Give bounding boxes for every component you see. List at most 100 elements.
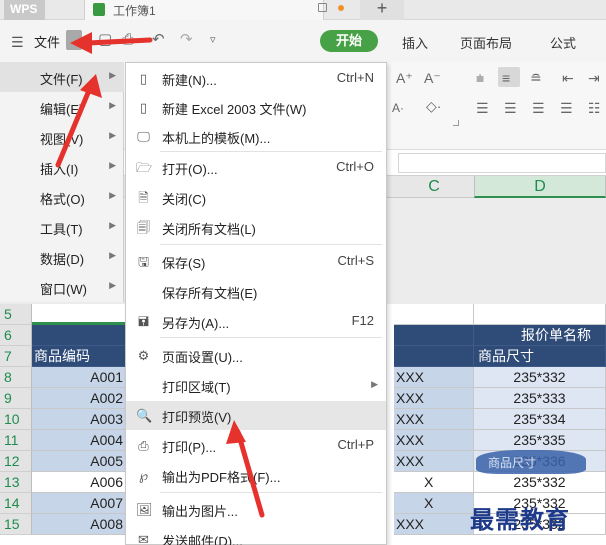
menu-new[interactable]: ▯ 新建(N)... Ctrl+N <box>126 64 386 93</box>
menu-item-format[interactable]: 格式(O) ▶ <box>0 182 124 212</box>
cell-d[interactable]: 235*332 <box>474 367 606 388</box>
tab-start[interactable]: 开始 <box>320 30 378 52</box>
column-header-d[interactable]: D <box>474 176 606 198</box>
print-quick-icon[interactable]: ⎙ <box>122 31 134 49</box>
column-header-c[interactable]: C <box>394 176 474 198</box>
file-menu-button[interactable]: 文件 <box>34 32 60 51</box>
row-number[interactable]: 12 <box>0 451 32 472</box>
cell-d[interactable] <box>474 304 606 325</box>
cell-d[interactable]: 商品尺寸 <box>474 346 606 367</box>
justify-icon[interactable]: ☰ <box>560 100 573 116</box>
cell-d[interactable]: 235*332 <box>474 472 606 493</box>
align-left-icon[interactable]: ☰ <box>476 100 489 116</box>
formula-input[interactable] <box>398 153 606 173</box>
eraser-icon[interactable]: ◇· <box>426 98 441 114</box>
font-color-dropdown-icon[interactable]: A· <box>392 100 404 116</box>
menu-item-data[interactable]: 数据(D) ▶ <box>0 242 124 272</box>
menu-save-as[interactable]: 🖬 另存为(A)... F12 <box>126 307 386 336</box>
distribute-icon[interactable]: ☷ <box>588 100 601 116</box>
cell-c[interactable] <box>394 304 474 325</box>
row-number[interactable]: 9 <box>0 388 32 409</box>
menu-item-view[interactable]: 视图(V) ▶ <box>0 122 124 152</box>
row-number[interactable]: 15 <box>0 514 32 535</box>
menu-send-mail[interactable]: ✉ 发送邮件(D)... <box>126 525 386 545</box>
document-tab[interactable]: 工作簿1 <box>84 0 324 20</box>
cell-c[interactable] <box>394 346 474 367</box>
undo-icon[interactable]: ↶ <box>152 31 165 49</box>
redo-icon[interactable]: ↷ <box>180 31 193 49</box>
row-number[interactable]: 5 <box>0 304 32 325</box>
cell-a[interactable]: A004 <box>32 430 126 451</box>
align-right-icon[interactable]: ☰ <box>532 100 545 116</box>
tab-page-layout[interactable]: 页面布局 <box>460 33 512 52</box>
row-number[interactable]: 10 <box>0 409 32 430</box>
cell-d[interactable]: 235*335 <box>474 430 606 451</box>
cell-a[interactable]: A007 <box>32 493 126 514</box>
font-settings-corner-icon[interactable] <box>453 120 459 126</box>
menu-item-file[interactable]: 文件(F) ▶ <box>0 62 124 92</box>
row-number[interactable]: 11 <box>0 430 32 451</box>
menu-export-image[interactable]: 🖼 输出为图片... <box>126 495 386 524</box>
menu-save[interactable]: 🖫 保存(S) Ctrl+S <box>126 247 386 276</box>
menu-export-pdf[interactable]: ℘ 输出为PDF格式(F)... <box>126 461 386 490</box>
cell-c[interactable]: X <box>394 493 474 514</box>
new-tab-button[interactable]: + <box>360 0 404 20</box>
save-quick-icon[interactable]: ▢ <box>98 31 112 49</box>
align-top-icon[interactable]: ⩧ <box>476 70 484 86</box>
cell-a[interactable]: A002 <box>32 388 126 409</box>
menu-item-window[interactable]: 窗口(W) ▶ <box>0 272 124 302</box>
indent-increase-icon[interactable]: ⇥ <box>588 70 600 86</box>
window-icon[interactable] <box>318 3 327 12</box>
cell-c[interactable] <box>394 325 474 346</box>
cell-a[interactable] <box>32 304 126 325</box>
row-number[interactable]: 14 <box>0 493 32 514</box>
customize-dropdown-icon[interactable]: ▿ <box>210 31 216 49</box>
menu-item-edit[interactable]: 编辑(E) ▶ <box>0 92 124 122</box>
cell-d[interactable]: 235*333 <box>474 388 606 409</box>
row-number[interactable]: 8 <box>0 367 32 388</box>
indent-decrease-icon[interactable]: ⇤ <box>562 70 574 86</box>
cell-c[interactable]: XXX <box>394 409 474 430</box>
cell-d[interactable]: 报价单名称 <box>474 325 606 346</box>
cell-c[interactable]: X <box>394 472 474 493</box>
cell-a[interactable]: A008 <box>32 514 126 535</box>
row-number[interactable]: 13 <box>0 472 32 493</box>
cell-c[interactable]: XXX <box>394 367 474 388</box>
menu-save-all[interactable]: 保存所有文档(E) <box>126 277 386 306</box>
menu-close-all[interactable]: 🗐 关闭所有文档(L) <box>126 213 386 242</box>
cell-c[interactable]: XXX <box>394 388 474 409</box>
tab-insert[interactable]: 插入 <box>402 33 428 52</box>
hamburger-icon[interactable]: ☰ <box>11 34 24 51</box>
menu-close[interactable]: 🗎 关闭(C) <box>126 183 386 212</box>
cell-a[interactable]: A001 <box>32 367 126 388</box>
menu-local-templates[interactable]: 🖵 本机上的模板(M)... <box>126 122 386 151</box>
cell-c[interactable]: XXX <box>394 514 474 535</box>
row-number[interactable]: 6 <box>0 325 32 346</box>
align-middle-icon[interactable]: ≡ <box>502 70 510 86</box>
menu-page-setup[interactable]: ⚙ 页面设置(U)... <box>126 341 386 370</box>
menu-print-preview[interactable]: 🔍 打印预览(V) <box>126 401 386 430</box>
menu-item-insert[interactable]: 插入(I) ▶ <box>0 152 124 182</box>
cell-a[interactable]: 商品编码 <box>32 346 126 367</box>
cell-d[interactable]: 235*334 <box>474 409 606 430</box>
tab-formula[interactable]: 公式 <box>550 33 576 52</box>
align-bottom-icon[interactable]: ≘ <box>530 70 542 86</box>
font-shrink-icon[interactable]: A⁻ <box>424 70 441 86</box>
font-grow-icon[interactable]: A⁺ <box>396 70 413 86</box>
cell-c[interactable]: XXX <box>394 430 474 451</box>
menu-open[interactable]: 🗁 打开(O)... Ctrl+O <box>126 153 386 182</box>
row-number[interactable]: 7 <box>0 346 32 367</box>
align-center-icon[interactable]: ☰ <box>504 100 517 116</box>
watermark-text: 最需教育 <box>470 505 570 534</box>
cell-a[interactable] <box>32 325 126 346</box>
cell-a[interactable]: A005 <box>32 451 126 472</box>
menu-print[interactable]: ⎙ 打印(P)... Ctrl+P <box>126 431 386 460</box>
cell-c[interactable]: XXX <box>394 451 474 472</box>
app-logo[interactable]: WPS <box>4 0 46 20</box>
menu-print-area[interactable]: 打印区域(T) ▶ <box>126 371 386 400</box>
file-dropdown-arrow-button[interactable] <box>66 30 82 50</box>
menu-item-tools[interactable]: 工具(T) ▶ <box>0 212 124 242</box>
menu-new-excel-2003[interactable]: ▯ 新建 Excel 2003 文件(W) <box>126 93 386 122</box>
cell-a[interactable]: A006 <box>32 472 126 493</box>
cell-a[interactable]: A003 <box>32 409 126 430</box>
